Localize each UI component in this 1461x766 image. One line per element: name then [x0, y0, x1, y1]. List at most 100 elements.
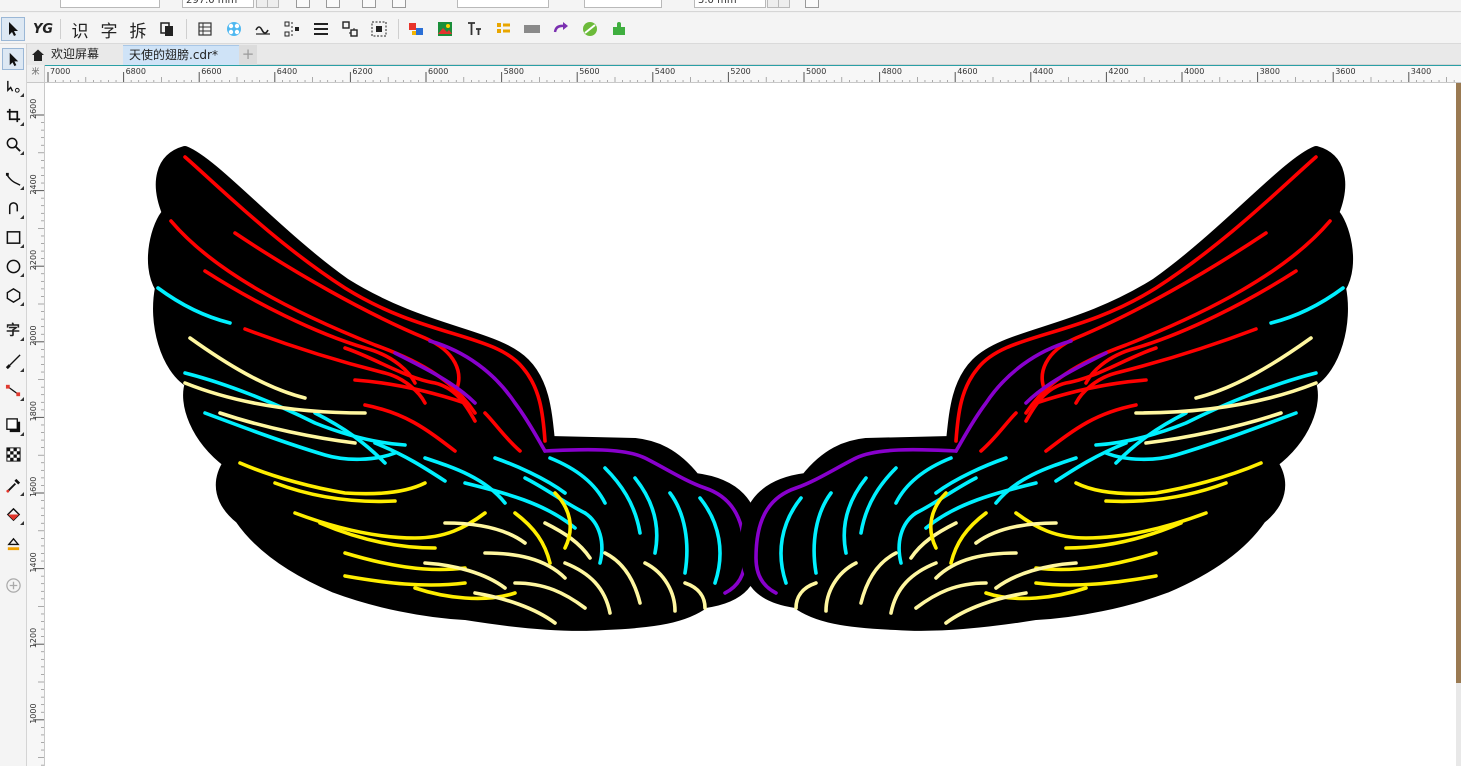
vertical-ruler[interactable]: 2600 2400 2200 2000 1800 1600 1400 1200 1000: [27, 83, 45, 766]
rectangle-tool[interactable]: [2, 226, 24, 248]
horizontal-ruler[interactable]: 7000 6800 6600 6400 6200 6000 5800 5600 5400 5200…: [45, 65, 1461, 83]
landscape-button[interactable]: [326, 0, 340, 8]
toolbar-separator: [60, 19, 61, 39]
group-button[interactable]: [338, 17, 362, 41]
dimension-tool[interactable]: [2, 350, 24, 372]
pattern-button[interactable]: [222, 17, 246, 41]
ruler-label: 6000: [428, 67, 448, 76]
tab-document[interactable]: 天使的翅膀.cdr*: [123, 45, 239, 65]
ruler-label: 4400: [1033, 67, 1053, 76]
ruler-label: 6600: [201, 67, 221, 76]
pointer-icon: [9, 52, 18, 66]
vertical-ruler-ticks: 2600 2400 2200 2000 1800 1600 1400 1200 1000: [29, 99, 44, 766]
duplicate-distance-field[interactable]: 5.0 mm: [694, 0, 766, 8]
units-select[interactable]: [457, 0, 549, 8]
shape-tool[interactable]: [2, 75, 24, 97]
ruler-label: 3800: [1260, 67, 1280, 76]
ruler-label: 2200: [29, 250, 38, 270]
drop-shadow-tool[interactable]: [2, 414, 24, 436]
transparency-tool[interactable]: [2, 443, 24, 465]
dimension-icon: [5, 353, 21, 369]
pointer-icon: [9, 22, 18, 36]
ruler-label: 1000: [29, 703, 38, 723]
toolbar-separator: [398, 19, 399, 39]
color-blocks-button[interactable]: [404, 17, 428, 41]
bucket-icon: [6, 507, 20, 521]
horizontal-ruler-ticks: 7000 6800 6600 6400 6200 6000 5800 5600 5400 5200…: [47, 67, 1455, 82]
text-fit-button[interactable]: [462, 17, 486, 41]
all-pages-button[interactable]: [362, 0, 376, 8]
polygon-icon: [6, 287, 20, 303]
redo-button[interactable]: [549, 17, 573, 41]
copy-format-button[interactable]: [155, 17, 179, 41]
split-label: 拆: [129, 21, 147, 42]
object-x-field[interactable]: [60, 0, 160, 8]
character-button[interactable]: 字: [97, 17, 121, 42]
curve-tool-button[interactable]: [251, 17, 275, 41]
ellipse-tool[interactable]: [2, 255, 24, 277]
options-button[interactable]: [805, 0, 819, 8]
recognize-button[interactable]: 识: [68, 17, 92, 42]
ruler-unit-label: 米: [31, 67, 40, 76]
redo-icon: [553, 22, 568, 33]
ruler-origin[interactable]: 米: [27, 65, 45, 83]
plugin-button[interactable]: [607, 17, 631, 41]
portrait-button[interactable]: [296, 0, 310, 8]
property-bar: 297.0 mm 5.0 mm: [0, 0, 1461, 12]
barcode-button[interactable]: [520, 17, 544, 41]
ruler-label: 4000: [1184, 67, 1204, 76]
ellipse-icon: [6, 259, 20, 273]
connector-tool[interactable]: [2, 379, 24, 401]
distribute-button[interactable]: [309, 17, 333, 41]
nudge-select[interactable]: [584, 0, 662, 8]
yg-plugin-button[interactable]: YG: [31, 17, 55, 41]
copy-icon: [160, 22, 173, 36]
add-tool-button[interactable]: [2, 574, 24, 596]
tab-welcome-screen[interactable]: 欢迎屏幕: [27, 45, 123, 65]
align-nodes-button[interactable]: [280, 17, 304, 41]
polygon-tool[interactable]: [2, 284, 24, 306]
smart-fill-tool[interactable]: [2, 532, 24, 554]
angel-wings-artwork[interactable]: [45, 83, 1456, 766]
freehand-tool[interactable]: [2, 168, 24, 190]
pick-tool[interactable]: [2, 48, 24, 70]
group-icon: [342, 21, 358, 37]
ruler-label: 7000: [50, 67, 70, 76]
puzzle-icon: [613, 22, 625, 35]
toolbar-separator: [186, 19, 187, 39]
page-border: [1456, 683, 1461, 766]
new-tab-button[interactable]: +: [239, 45, 257, 65]
left-wing[interactable]: [148, 146, 762, 631]
text-tool[interactable]: 字: [2, 319, 24, 341]
checker-icon: [5, 446, 21, 462]
select-region-button[interactable]: [367, 17, 391, 41]
recognize-label: 识: [71, 21, 89, 42]
yg-plugin-icon: YG: [32, 21, 54, 37]
crop-icon: [6, 108, 20, 122]
crop-tool[interactable]: [2, 104, 24, 126]
table-button[interactable]: [193, 17, 217, 41]
fill-tool[interactable]: [2, 503, 24, 525]
ruler-label: 3600: [1335, 67, 1355, 76]
ruler-label: 2400: [29, 174, 38, 194]
drawing-canvas[interactable]: [45, 83, 1461, 766]
eyedropper-tool[interactable]: [2, 474, 24, 496]
text-tool-icon: 字: [6, 323, 20, 339]
nudge-spinner-down[interactable]: [778, 0, 790, 8]
current-page-button[interactable]: [392, 0, 406, 8]
rectangle-icon: [6, 230, 20, 244]
smart-draw-tool[interactable]: [2, 197, 24, 219]
globe-button[interactable]: [578, 17, 602, 41]
ruler-label: 6200: [352, 67, 372, 76]
split-button[interactable]: 拆: [126, 17, 150, 42]
shadow-icon: [5, 417, 20, 432]
right-wing[interactable]: [739, 146, 1353, 631]
ruler-label: 5200: [730, 67, 750, 76]
list-button[interactable]: [491, 17, 515, 41]
shape-edit-icon: [6, 80, 20, 93]
object-width-field[interactable]: 297.0 mm: [182, 0, 254, 8]
pick-tool-button[interactable]: [1, 17, 25, 41]
width-spinner-down[interactable]: [267, 0, 279, 8]
image-button[interactable]: [433, 17, 457, 41]
zoom-tool[interactable]: [2, 133, 24, 155]
